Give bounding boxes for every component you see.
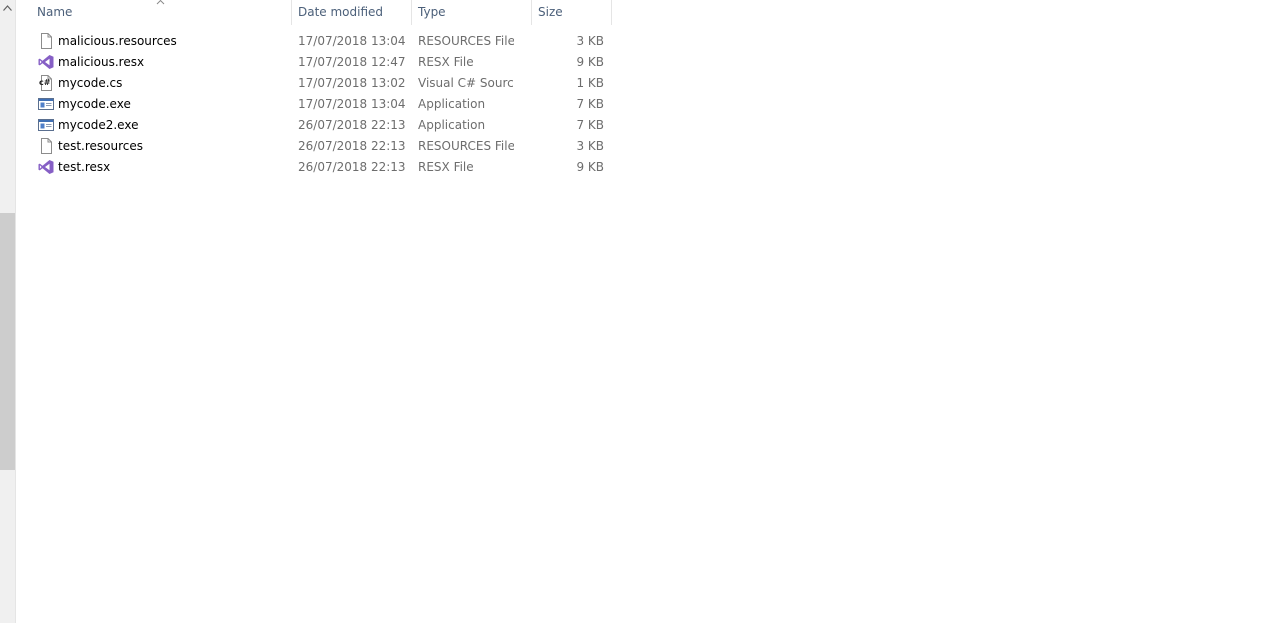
blank-file-icon: [41, 33, 52, 49]
file-size: 3 KB: [576, 139, 604, 153]
application-icon: [38, 119, 54, 131]
column-header-size-label: Size: [538, 5, 563, 19]
column-header-row: Name Date modified Type Size: [16, 0, 1278, 25]
file-type: RESOURCES File: [418, 139, 514, 153]
file-type: Application: [418, 118, 486, 132]
file-row[interactable]: mycode2.exe 26/07/2018 22:13 Application 7 …: [16, 115, 1278, 136]
nav-pane-scrollbar[interactable]: [0, 0, 15, 623]
sort-ascending-icon: [156, 0, 165, 5]
file-size: 7 KB: [576, 97, 604, 111]
visual-studio-icon: [38, 55, 54, 69]
file-name: mycode.cs: [58, 76, 123, 90]
column-header-name-label: Name: [37, 5, 73, 19]
file-size: 9 KB: [576, 160, 604, 174]
file-date-modified: 26/07/2018 22:13: [298, 139, 406, 153]
file-list: Name Date modified Type Size malicious.r…: [16, 0, 1278, 623]
file-size: 7 KB: [576, 118, 604, 132]
file-icon-cell: [38, 52, 54, 73]
file-explorer-window: Name Date modified Type Size malicious.r…: [0, 0, 1278, 623]
file-size: 1 KB: [576, 76, 604, 90]
file-type: Application: [418, 97, 486, 111]
file-icon-cell: [38, 136, 54, 157]
file-row[interactable]: c# mycode.cs 17/07/2018 13:02 Visual C# So…: [16, 73, 1278, 94]
column-header-type[interactable]: Type: [412, 0, 532, 25]
blank-file-icon: [41, 138, 52, 154]
file-date-modified: 17/07/2018 12:47: [298, 55, 406, 69]
file-size: 9 KB: [576, 55, 604, 69]
file-icon-cell: [38, 115, 54, 136]
svg-text:c#: c#: [39, 78, 51, 87]
column-header-date-label: Date modified: [298, 5, 384, 19]
file-row[interactable]: malicious.resx 17/07/2018 12:47 RESX File 9…: [16, 52, 1278, 73]
file-row[interactable]: test.resources 26/07/2018 22:13 RESOURCES …: [16, 136, 1278, 157]
column-header-date-modified[interactable]: Date modified: [292, 0, 412, 25]
file-name: mycode.exe: [58, 97, 131, 111]
file-date-modified: 17/07/2018 13:04: [298, 34, 406, 48]
scroll-up-button[interactable]: [0, 0, 15, 20]
file-size: 3 KB: [576, 34, 604, 48]
file-icon-cell: [38, 94, 54, 115]
file-icon-cell: [38, 31, 54, 52]
csharp-file-icon: c#: [39, 75, 52, 91]
file-name: malicious.resx: [58, 55, 145, 69]
application-icon: [38, 98, 54, 110]
file-icon-cell: c#: [38, 73, 54, 94]
file-date-modified: 26/07/2018 22:13: [298, 118, 406, 132]
file-row[interactable]: malicious.resources 17/07/2018 13:04 RESOU…: [16, 31, 1278, 52]
file-type: RESOURCES File: [418, 34, 514, 48]
column-header-size[interactable]: Size: [532, 0, 612, 25]
file-date-modified: 17/07/2018 13:02: [298, 76, 406, 90]
file-icon-cell: [38, 157, 54, 178]
chevron-up-icon: [3, 5, 12, 11]
file-type: RESX File: [418, 55, 474, 69]
file-date-modified: 17/07/2018 13:04: [298, 97, 406, 111]
file-date-modified: 26/07/2018 22:13: [298, 160, 406, 174]
file-row[interactable]: test.resx 26/07/2018 22:13 RESX File 9 KB: [16, 157, 1278, 178]
column-header-type-label: Type: [418, 5, 446, 19]
file-name: mycode2.exe: [58, 118, 139, 132]
file-rows: malicious.resources 17/07/2018 13:04 RESOU…: [16, 31, 1278, 178]
file-row[interactable]: mycode.exe 17/07/2018 13:04 Application 7 K…: [16, 94, 1278, 115]
file-type: Visual C# Source f: [418, 76, 514, 90]
visual-studio-icon: [38, 160, 54, 174]
file-name: test.resx: [58, 160, 111, 174]
file-name: test.resources: [58, 139, 144, 153]
file-name: malicious.resources: [58, 34, 177, 48]
scroll-thumb[interactable]: [0, 213, 15, 470]
file-type: RESX File: [418, 160, 474, 174]
